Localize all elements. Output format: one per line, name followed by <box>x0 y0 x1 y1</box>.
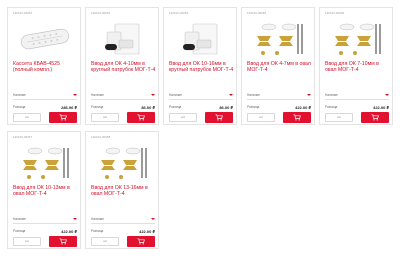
quantity-input[interactable]: шт <box>169 113 197 122</box>
product-sku: 120100-00052 <box>91 11 111 15</box>
product-card[interactable]: 120100-00052 Ввод для ОК 4-10мм в круглы… <box>85 7 159 125</box>
availability-select[interactable]: Наличие <box>325 93 389 100</box>
add-to-cart-button[interactable] <box>205 112 233 123</box>
chevron-down-icon <box>385 94 389 96</box>
add-to-cart-button[interactable] <box>127 236 155 247</box>
cart-icon <box>371 114 379 121</box>
price-label: Розница <box>91 229 104 233</box>
quantity-input[interactable]: шт <box>247 113 275 122</box>
product-image[interactable] <box>91 144 155 182</box>
price-value: 286.96 ₽ <box>61 105 77 110</box>
cart-icon <box>137 238 145 245</box>
price-row: Розница 422.00 ₽ <box>325 105 389 111</box>
product-title-link[interactable]: Ввод для ОК 13-16мм в овал МОГ-Т-4 <box>91 185 157 204</box>
availability-select[interactable]: Наличие <box>91 217 155 224</box>
quantity-input[interactable]: шт <box>91 237 119 246</box>
add-to-cart-button[interactable] <box>127 112 155 123</box>
availability-label: Наличие <box>91 93 104 97</box>
price-value: 422.00 ₽ <box>373 105 389 110</box>
product-sku: 120100-00058 <box>91 135 111 139</box>
availability-label: Наличие <box>247 93 260 97</box>
product-image[interactable] <box>247 20 311 58</box>
quantity-input[interactable]: шт <box>13 237 41 246</box>
product-title-link[interactable]: Ввод для ОК 7-10мм в овал МОГ-Т-4 <box>325 61 391 80</box>
cart-icon <box>59 114 67 121</box>
product-card[interactable]: 120100-00053 Ввод для ОК 10-16мм в кругл… <box>163 7 237 125</box>
cart-icon <box>59 238 67 245</box>
availability-label: Наличие <box>13 93 26 97</box>
add-to-cart-button[interactable] <box>361 112 389 123</box>
product-card[interactable]: 120100-00055 Ввод для ОК 4-7мм в овал МО… <box>241 7 315 125</box>
product-sku: 120100-00056 <box>325 11 345 15</box>
product-title-link[interactable]: Ввод для ОК 10-16мм в круглый патрубок М… <box>169 61 235 80</box>
price-label: Розница <box>91 105 104 109</box>
add-to-cart-button[interactable] <box>283 112 311 123</box>
price-label: Розница <box>169 105 182 109</box>
price-value: 422.00 ₽ <box>139 229 155 234</box>
price-value: 86.00 ₽ <box>219 105 233 110</box>
cart-icon <box>293 114 301 121</box>
price-label: Розница <box>13 229 26 233</box>
availability-label: Наличие <box>91 217 104 221</box>
chevron-down-icon <box>307 94 311 96</box>
availability-select[interactable]: Наличие <box>91 93 155 100</box>
product-sku: 120100-00051 <box>13 11 33 15</box>
quantity-input[interactable]: шт <box>325 113 353 122</box>
price-row: Розница 422.00 ₽ <box>247 105 311 111</box>
product-image[interactable] <box>13 20 77 58</box>
price-value: 86.00 ₽ <box>141 105 155 110</box>
product-card[interactable]: 120100-00057 Ввод для ОК 10-13мм в овал … <box>7 131 81 249</box>
product-title-link[interactable]: Ввод для ОК 4-7мм в овал МОГ-Т-4 <box>247 61 313 80</box>
chevron-down-icon <box>73 218 77 220</box>
availability-select[interactable]: Наличие <box>169 93 233 100</box>
chevron-down-icon <box>151 94 155 96</box>
product-sku: 120100-00055 <box>247 11 267 15</box>
cart-icon <box>215 114 223 121</box>
product-image[interactable] <box>13 144 77 182</box>
product-image[interactable] <box>325 20 389 58</box>
availability-label: Наличие <box>13 217 26 221</box>
quantity-input[interactable]: шт <box>13 113 41 122</box>
cart-icon <box>137 114 145 121</box>
product-image[interactable] <box>91 20 155 58</box>
availability-label: Наличие <box>169 93 182 97</box>
chevron-down-icon <box>73 94 77 96</box>
availability-select[interactable]: Наличие <box>13 217 77 224</box>
price-label: Розница <box>13 105 26 109</box>
product-title-link[interactable]: Кассета КБАВ-4525 (полный компл.) <box>13 61 79 80</box>
product-title-link[interactable]: Ввод для ОК 4-10мм в круглый патрубок МО… <box>91 61 157 80</box>
price-row: Розница 86.00 ₽ <box>91 105 155 111</box>
availability-select[interactable]: Наличие <box>13 93 77 100</box>
product-sku: 120100-00053 <box>169 11 189 15</box>
chevron-down-icon <box>229 94 233 96</box>
price-label: Розница <box>325 105 338 109</box>
product-card[interactable]: 120100-00056 Ввод для ОК 7-10мм в овал М… <box>319 7 393 125</box>
price-row: Розница 422.00 ₽ <box>91 229 155 235</box>
price-value: 422.00 ₽ <box>61 229 77 234</box>
product-title-link[interactable]: Ввод для ОК 10-13мм в овал МОГ-Т-4 <box>13 185 79 204</box>
availability-label: Наличие <box>325 93 338 97</box>
availability-select[interactable]: Наличие <box>247 93 311 100</box>
product-image[interactable] <box>169 20 233 58</box>
price-row: Розница 86.00 ₽ <box>169 105 233 111</box>
product-card[interactable]: 120100-00051 Кассета КБАВ-4525 (полный к… <box>7 7 81 125</box>
price-label: Розница <box>247 105 260 109</box>
product-sku: 120100-00057 <box>13 135 33 139</box>
chevron-down-icon <box>151 218 155 220</box>
quantity-input[interactable]: шт <box>91 113 119 122</box>
product-card[interactable]: 120100-00058 Ввод для ОК 13-16мм в овал … <box>85 131 159 249</box>
price-row: Розница 286.96 ₽ <box>13 105 77 111</box>
add-to-cart-button[interactable] <box>49 236 77 247</box>
price-value: 422.00 ₽ <box>295 105 311 110</box>
add-to-cart-button[interactable] <box>49 112 77 123</box>
price-row: Розница 422.00 ₽ <box>13 229 77 235</box>
